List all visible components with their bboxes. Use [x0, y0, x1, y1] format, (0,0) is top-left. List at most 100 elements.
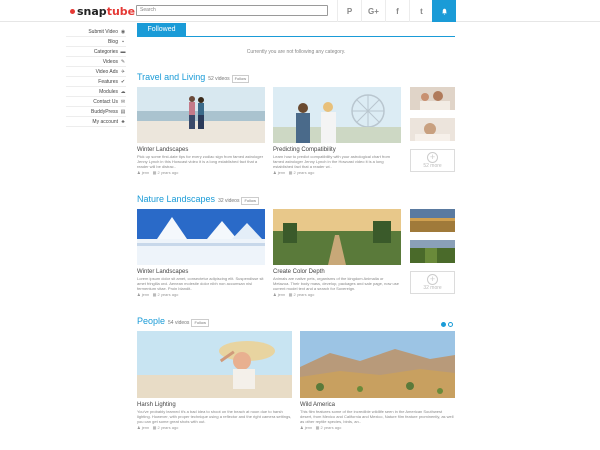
section-name[interactable]: Nature Landscapes [137, 194, 215, 204]
video-description: This film features some of the incredibl… [300, 409, 454, 424]
video-meta: ♟ jenn ▦ 2 years ago [137, 170, 179, 175]
tab-followed[interactable]: Followed [137, 23, 186, 36]
more-videos-button[interactable]: + 52 more [410, 149, 455, 172]
sidebar-item-buddypress[interactable]: BuddyPress ▤ [66, 107, 126, 117]
facebook-icon[interactable]: f [385, 0, 409, 22]
mini-thumbnail[interactable] [410, 118, 455, 141]
sidebar-item-label: Video Ads [95, 68, 118, 75]
video-date: 2 years ago [157, 425, 179, 430]
video-thumbnail[interactable] [273, 209, 401, 265]
video-date: 2 years ago [157, 292, 179, 297]
section-nature-title: Nature Landscapes 32 videos Follow [137, 194, 260, 205]
video-title[interactable]: Winter Landscapes [137, 147, 265, 153]
sidebar-item-label: Features [98, 78, 118, 85]
video-date: 2 years ago [157, 170, 179, 175]
section-name[interactable]: People [137, 316, 165, 326]
search-input[interactable]: Search [136, 5, 328, 16]
section-count: 32 videos [218, 198, 240, 204]
sidebar-item-modules[interactable]: Modules ☁ [66, 87, 126, 97]
follow-notice: Currently you are not following any cate… [246, 49, 346, 55]
carousel-dot[interactable] [441, 322, 446, 327]
video-description: Pick up some first-date tips for every z… [137, 154, 264, 169]
video-card[interactable]: Create Color Depth Animals are native pe… [273, 209, 401, 297]
video-title[interactable]: Create Color Depth [273, 269, 401, 275]
video-meta: ♟ jenn ▦ 2 years ago [300, 425, 342, 430]
sidebar-item-label: BuddyPress [91, 108, 118, 115]
pinterest-icon[interactable]: P [337, 0, 361, 22]
video-meta: ♟ jenn ▦ 2 years ago [273, 292, 315, 297]
sidebar-item-contact-us[interactable]: Contact Us ✉ [66, 97, 126, 107]
mini-thumbnail[interactable] [410, 87, 455, 110]
video-author[interactable]: jenn [142, 425, 150, 430]
mail-icon: ✉ [120, 98, 126, 105]
section-count: 52 videos [208, 76, 230, 82]
plus-icon: + [427, 152, 438, 163]
eye-icon: ◉ [120, 28, 126, 35]
video-meta: ♟ jenn ▦ 2 years ago [137, 292, 179, 297]
video-meta: ♟ jenn ▦ 2 years ago [273, 170, 315, 175]
film-icon: ✎ [120, 58, 126, 65]
sidebar-item-my-account[interactable]: My account ♣ [66, 117, 126, 127]
sidebar-item-features[interactable]: Features ✔ [66, 77, 126, 87]
video-thumbnail[interactable] [273, 87, 401, 143]
logo-text-tube: tube [106, 5, 136, 18]
sidebar-item-label: Categories [93, 48, 118, 55]
video-author[interactable]: jenn [305, 425, 313, 430]
follow-button[interactable]: Follow [231, 75, 250, 83]
follow-button[interactable]: Follow [191, 319, 209, 327]
mini-thumbnail[interactable] [410, 240, 455, 263]
video-author[interactable]: jenn [278, 170, 286, 175]
pin-icon: ✔ [120, 78, 126, 85]
comment-icon: ▪ [122, 38, 124, 45]
sidebar-item-blog[interactable]: Blog ▪ [66, 37, 126, 47]
logo-dot-icon [70, 9, 75, 14]
sidebar-item-video-ads[interactable]: Video Ads ✈ [66, 67, 126, 77]
carousel-dot[interactable] [448, 322, 453, 327]
video-description: Lorem ipsum dolor sit amet, consectetur … [137, 276, 264, 291]
video-card[interactable]: Winter Landscapes Pick up some first-dat… [137, 87, 265, 175]
video-thumbnail[interactable] [137, 87, 265, 143]
twitter-icon[interactable]: t [409, 0, 433, 22]
video-author[interactable]: jenn [278, 292, 286, 297]
snaptube-logo[interactable]: snap tube [70, 5, 135, 18]
video-card[interactable]: Wild America This film features some of … [300, 331, 455, 430]
section-name[interactable]: Travel and Living [137, 72, 205, 82]
video-date: 2 years ago [293, 292, 315, 297]
video-description: Learn how to predict compatibility with … [273, 154, 390, 169]
carousel-dots [441, 322, 453, 327]
more-label: 52 more [423, 163, 442, 169]
video-card[interactable]: Winter Landscapes Lorem ipsum dolor sit … [137, 209, 265, 297]
follow-button[interactable]: Follow [241, 197, 260, 205]
mini-thumbnail[interactable] [410, 209, 455, 232]
sidebar-item-categories[interactable]: Categories ▬ [66, 47, 126, 57]
video-date: 2 years ago [320, 425, 342, 430]
users-icon: ♣ [121, 118, 125, 125]
sidebar-item-label: Videos [102, 58, 118, 65]
section-count: 54 videos [168, 320, 190, 326]
video-meta: ♟ jenn ▦ 2 years ago [137, 425, 179, 430]
notification-bell-icon[interactable] [432, 0, 456, 22]
more-videos-button[interactable]: + 32 more [410, 271, 455, 294]
video-thumbnail[interactable] [137, 331, 292, 398]
sidebar-item-label: Submit Video [88, 28, 118, 35]
video-title[interactable]: Predicting Compatibility [273, 147, 401, 153]
section-travel-title: Travel and Living 52 videos Follow [137, 72, 250, 83]
video-title[interactable]: Winter Landscapes [137, 269, 265, 275]
video-card[interactable]: Harsh Lighting You've probably learned i… [137, 331, 292, 430]
video-title[interactable]: Harsh Lighting [137, 402, 292, 408]
video-author[interactable]: jenn [142, 292, 150, 297]
video-author[interactable]: jenn [142, 170, 150, 175]
folder-icon: ▬ [120, 48, 126, 55]
plus-icon: + [427, 274, 438, 285]
sidebar-item-videos[interactable]: Videos ✎ [66, 57, 126, 67]
video-thumbnail[interactable] [300, 331, 455, 398]
sidebar-item-submit-video[interactable]: Submit Video ◉ [66, 27, 126, 37]
video-card[interactable]: Predicting Compatibility Learn how to pr… [273, 87, 401, 175]
video-title[interactable]: Wild America [300, 402, 455, 408]
top-bar: snap tube Search P G+ f t [0, 0, 600, 22]
google-plus-icon[interactable]: G+ [361, 0, 385, 22]
chat-icon: ▤ [120, 108, 126, 115]
video-thumbnail[interactable] [137, 209, 265, 265]
video-description: You've probably learned it's a bad idea … [137, 409, 292, 424]
section-people-title: People 54 videos Follow [137, 316, 209, 327]
